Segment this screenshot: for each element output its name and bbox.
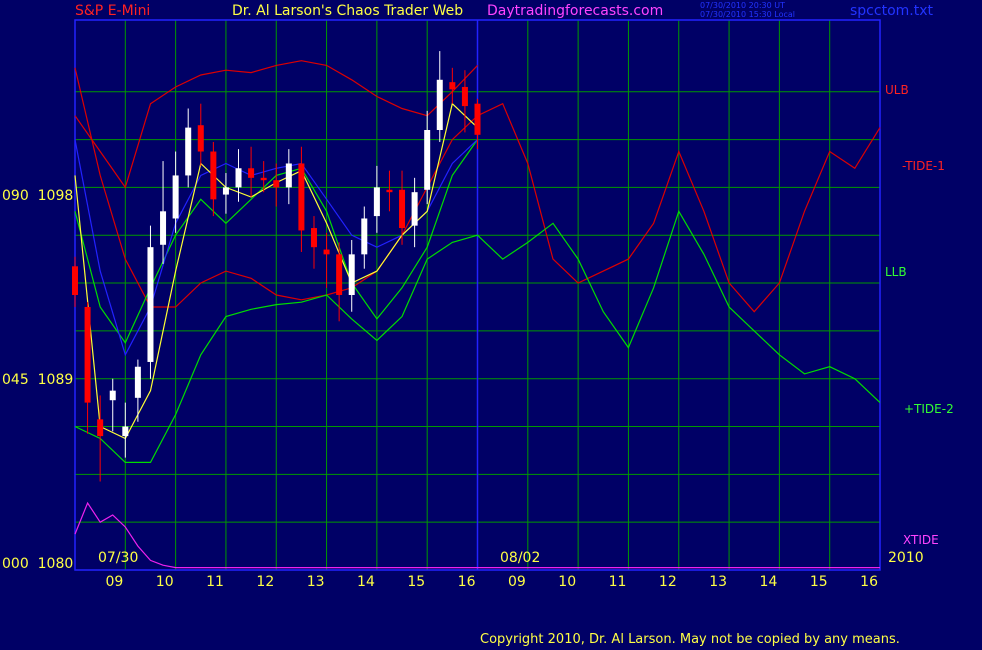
x-tick-label: 09 [508, 574, 526, 590]
x-tick-label: 15 [407, 574, 425, 590]
price-bar-body [323, 249, 330, 255]
price-bar-body [147, 247, 154, 362]
series-label-llb: LLB [885, 265, 907, 279]
timestamp-ut: 07/30/2010 20:30 UT [700, 1, 785, 10]
y-label-top: 090 1098 [2, 188, 74, 204]
series-label-tide-2: +TIDE-2 [904, 402, 954, 416]
x-tick-label: 16 [458, 574, 476, 590]
price-bar-body [461, 86, 468, 107]
chart-title: Dr. Al Larson's Chaos Trader Web [232, 3, 464, 19]
x-tick-label: 14 [357, 574, 375, 590]
price-bar-body [160, 211, 167, 245]
x-tick-label: 12 [256, 574, 274, 590]
price-bar-body [260, 177, 267, 181]
price-bar-body [285, 163, 292, 188]
price-bar-body [109, 390, 116, 401]
price-bar-body [84, 306, 91, 403]
x-tick-label: 14 [760, 574, 778, 590]
x-axis-ticks: 09 10 11 12 13 14 15 16 09 10 11 12 13 14 15 16 [105, 574, 878, 590]
price-bar-body [248, 168, 255, 178]
y-label-mid: 045 1089 [2, 372, 74, 388]
x-tick-label: 12 [659, 574, 677, 590]
x-tick-label: 10 [558, 574, 576, 590]
site-link[interactable]: Daytradingforecasts.com [487, 4, 663, 18]
price-bar-body [122, 426, 129, 437]
date-label-first: 07/30 [98, 550, 139, 566]
timestamp-local: 07/30/2010 15:30 Local [700, 10, 795, 19]
instrument-label: S&P E-Mini [75, 3, 151, 19]
price-bar-body [399, 189, 406, 229]
x-tick-label: 11 [206, 574, 224, 590]
price-bar-body [424, 130, 431, 190]
price-bar-body [72, 266, 78, 295]
price-bar-body [373, 187, 380, 217]
x-tick-label: 13 [709, 574, 727, 590]
price-bar-body [185, 127, 192, 176]
x-tick-label: 09 [105, 574, 123, 590]
price-bar-body [298, 163, 305, 231]
data-file-name: spcctom.txt [850, 3, 933, 19]
price-bar-body [310, 228, 317, 248]
price-bar-body [411, 192, 418, 226]
price-bar-body [336, 254, 343, 295]
price-bar-body [386, 189, 393, 193]
price-bar-body [361, 218, 368, 255]
price-bar-body [210, 151, 217, 200]
price-bar-body [474, 103, 481, 135]
x-tick-label: 11 [609, 574, 627, 590]
price-bar-body [197, 125, 204, 152]
series-label-ulb: ULB [885, 83, 909, 97]
date-label-second: 08/02 [500, 550, 541, 566]
x-tick-label: 13 [307, 574, 325, 590]
price-bar-body [348, 254, 355, 295]
series-label-tide-1: -TIDE-1 [902, 159, 945, 173]
price-bar-body [436, 79, 443, 130]
price-bar-body [97, 419, 104, 437]
y-label-bottom: 000 1080 [2, 556, 74, 572]
series-label-xtide: XTIDE [903, 533, 939, 547]
price-bar-body [134, 366, 141, 398]
x-tick-label: 15 [810, 574, 828, 590]
price-bar-body [273, 180, 280, 188]
price-bar-body [449, 82, 456, 90]
price-bar-body [222, 187, 229, 195]
year-label: 2010 [888, 550, 924, 566]
price-bar-body [172, 175, 179, 219]
x-tick-label: 16 [860, 574, 878, 590]
price-bar-body [235, 168, 242, 188]
x-tick-label: 10 [156, 574, 174, 590]
copyright-text: Copyright 2010, Dr. Al Larson. May not b… [480, 632, 900, 647]
chart-plot: 09 10 11 12 13 14 15 16 09 10 11 12 13 14 15 16 [72, 19, 881, 590]
